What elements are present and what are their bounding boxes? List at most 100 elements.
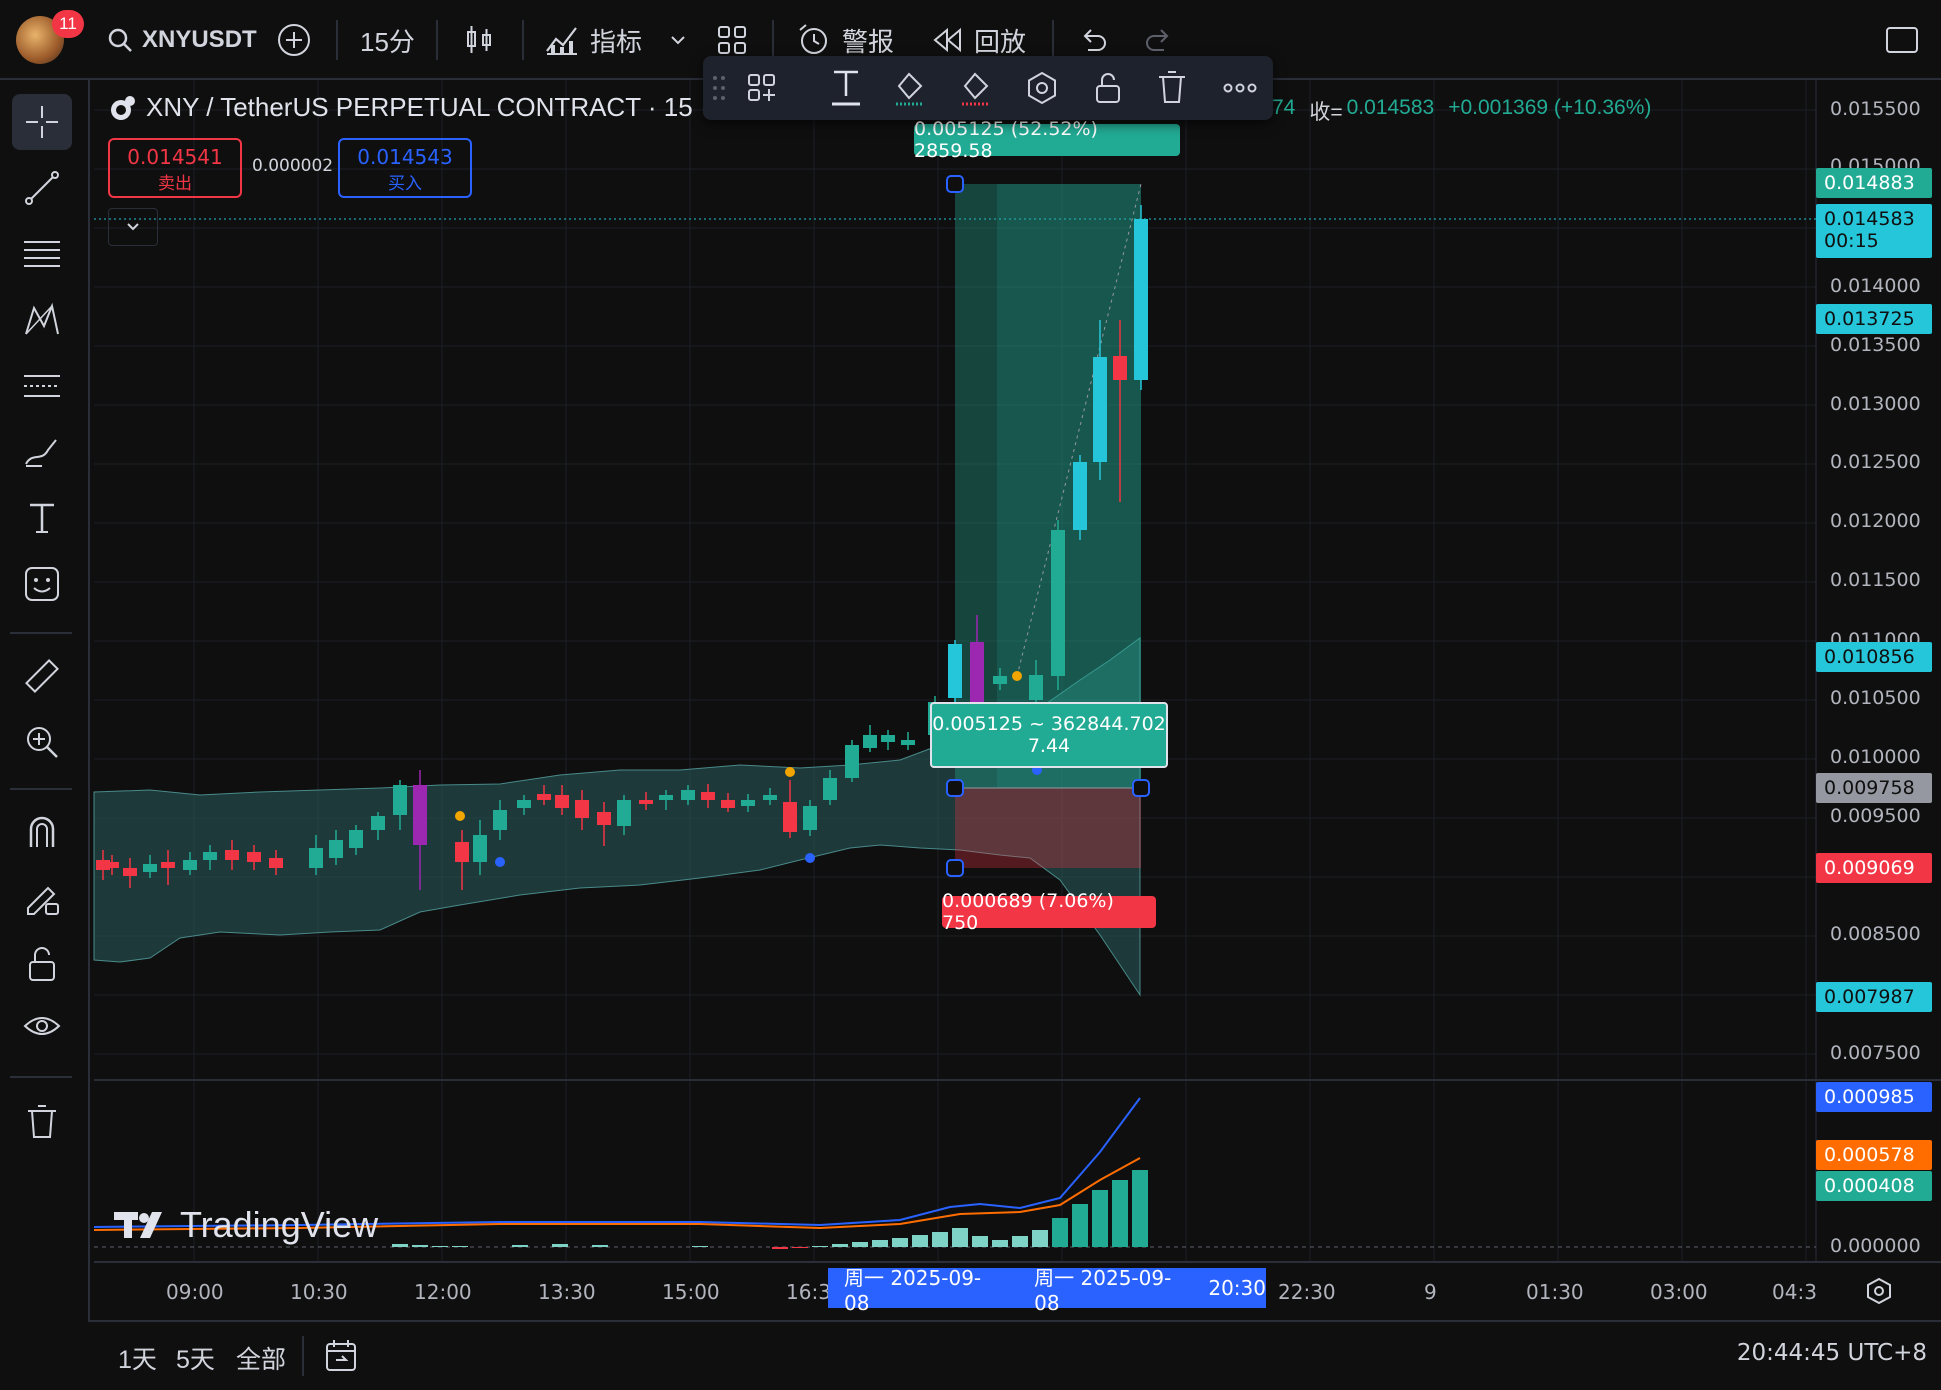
candle-body xyxy=(143,864,157,872)
time-axis-label: 12:00 xyxy=(414,1280,472,1304)
price-axis-label: 0.000000 xyxy=(1830,1235,1921,1257)
legend-collapse-button[interactable] xyxy=(108,208,158,246)
macd-histogram-bar xyxy=(432,1246,448,1247)
price-axis-label: 0.009500 xyxy=(1830,805,1921,827)
candle-body xyxy=(701,792,715,800)
time-axis-label: 15:00 xyxy=(662,1280,720,1304)
candle-body xyxy=(1093,357,1107,462)
price-axis-label: 0.007500 xyxy=(1830,1042,1921,1064)
candle-body xyxy=(681,790,695,800)
candle-body xyxy=(741,800,755,806)
price-axis-label: 0.008500 xyxy=(1830,923,1921,945)
candle-body xyxy=(881,735,895,742)
drag-handle xyxy=(946,859,964,877)
macd-histogram-bar xyxy=(692,1246,708,1247)
candle-body xyxy=(349,830,363,848)
candle-body xyxy=(901,740,915,745)
chevron-down-icon xyxy=(127,223,139,231)
candle-body xyxy=(269,858,283,868)
macd-histogram-bar xyxy=(412,1245,428,1247)
time-axis-label: 9 xyxy=(1424,1280,1437,1304)
delete-drawing-button[interactable] xyxy=(1149,66,1195,110)
candle-body xyxy=(517,800,531,808)
goto-date-button[interactable] xyxy=(324,1338,360,1379)
macd-histogram-bar xyxy=(812,1246,828,1247)
settings-button[interactable] xyxy=(1019,66,1065,110)
time-axis-label: 16:3 xyxy=(786,1280,831,1304)
range-all-button[interactable]: 全部 xyxy=(236,1340,286,1376)
macd-histogram-bar xyxy=(1132,1170,1148,1247)
gear-icon xyxy=(1028,71,1056,105)
ohlc-legend: 74 收= 0.014583 +0.001369 (+10.36%) xyxy=(1272,96,1652,124)
text-style-button[interactable] xyxy=(823,66,869,110)
macd-histogram-bar xyxy=(892,1238,908,1247)
calendar-goto-icon xyxy=(326,1340,356,1371)
candle-body xyxy=(823,778,837,800)
bb-mid-tag: 0.010856 xyxy=(1816,642,1932,672)
range-5d-button[interactable]: 5天 xyxy=(176,1340,215,1376)
candle-body xyxy=(225,850,239,860)
clock[interactable]: 20:44:45 UTC+8 xyxy=(1737,1340,1927,1366)
macd-histogram-bar xyxy=(912,1235,928,1247)
sell-button[interactable]: 0.014541 卖出 xyxy=(108,138,242,198)
signal-dot xyxy=(805,853,815,863)
profit-color-button[interactable] xyxy=(887,66,933,110)
macd-histogram-bar xyxy=(1052,1218,1068,1247)
gear-icon xyxy=(1867,1277,1891,1305)
buy-button[interactable]: 0.014543 买入 xyxy=(338,138,472,198)
bb-upper-tag: 0.013725 xyxy=(1816,304,1932,334)
symbol-legend: XNY / TetherUS PERPETUAL CONTRACT · 15 · xyxy=(108,92,709,123)
candle-body xyxy=(123,868,137,876)
drag-handle xyxy=(946,175,964,193)
macd-histogram-bar xyxy=(592,1245,608,1247)
macd-histogram-bar xyxy=(792,1247,808,1248)
position-info-box[interactable]: 0.005125 ~ 362844.702 7.44 xyxy=(930,702,1168,768)
macd-histogram-bar xyxy=(972,1236,988,1247)
range-1d-button[interactable]: 1天 xyxy=(118,1340,157,1376)
candle-body xyxy=(863,735,877,748)
price-chart[interactable] xyxy=(0,0,1941,1388)
price-axis-label: 0.010000 xyxy=(1830,746,1921,768)
candle-body xyxy=(970,642,984,702)
time-axis-label: 09:00 xyxy=(166,1280,224,1304)
candle-body xyxy=(948,644,962,698)
target-label[interactable]: 0.005125 (52.52%) 2859.58 xyxy=(914,118,1180,162)
candle-body xyxy=(537,794,551,800)
time-range-highlight: 周一 2025-09-08 周一 2025-09-08 20:30 xyxy=(828,1266,1266,1315)
candle-body xyxy=(455,842,469,862)
drag-handle xyxy=(1132,779,1150,797)
target-price-tag: 0.014883 xyxy=(1816,168,1932,198)
candle-body xyxy=(763,795,777,800)
candle-body xyxy=(183,860,197,870)
candle-body xyxy=(803,806,817,830)
axis-settings-button[interactable] xyxy=(1864,1276,1894,1311)
tradingview-watermark: TradingView xyxy=(112,1204,378,1246)
candle-body xyxy=(555,795,569,808)
time-axis-label: 03:00 xyxy=(1650,1280,1708,1304)
candle-body xyxy=(845,745,859,778)
histogram-tag: 0.000408 xyxy=(1816,1171,1932,1201)
more-button[interactable] xyxy=(1217,66,1263,110)
candle-body xyxy=(993,676,1007,684)
bb-lower-tag: 0.007987 xyxy=(1816,982,1932,1012)
drawing-floating-toolbar xyxy=(703,56,1273,120)
macd-histogram-bar xyxy=(932,1232,948,1247)
candle-body xyxy=(639,800,653,804)
candle-body xyxy=(575,800,589,818)
unlock-icon xyxy=(1096,73,1120,103)
price-axis-label: 0.012000 xyxy=(1830,510,1921,532)
drag-handle xyxy=(946,779,964,797)
template-button[interactable] xyxy=(739,66,785,110)
candle-body xyxy=(329,840,343,858)
loss-color-button[interactable] xyxy=(953,66,999,110)
drag-handle[interactable] xyxy=(707,66,731,110)
lock-drawing-button[interactable] xyxy=(1085,66,1131,110)
candle-body xyxy=(597,812,611,825)
stop-label[interactable]: 0.000689 (7.06%) 750 xyxy=(942,890,1156,934)
time-axis-label: 22:30 xyxy=(1278,1280,1336,1304)
candle-body xyxy=(1113,356,1127,380)
candle-body xyxy=(309,848,323,868)
macd-histogram-bar xyxy=(452,1246,468,1247)
time-axis-label: 10:30 xyxy=(290,1280,348,1304)
candle-body xyxy=(1134,219,1148,380)
